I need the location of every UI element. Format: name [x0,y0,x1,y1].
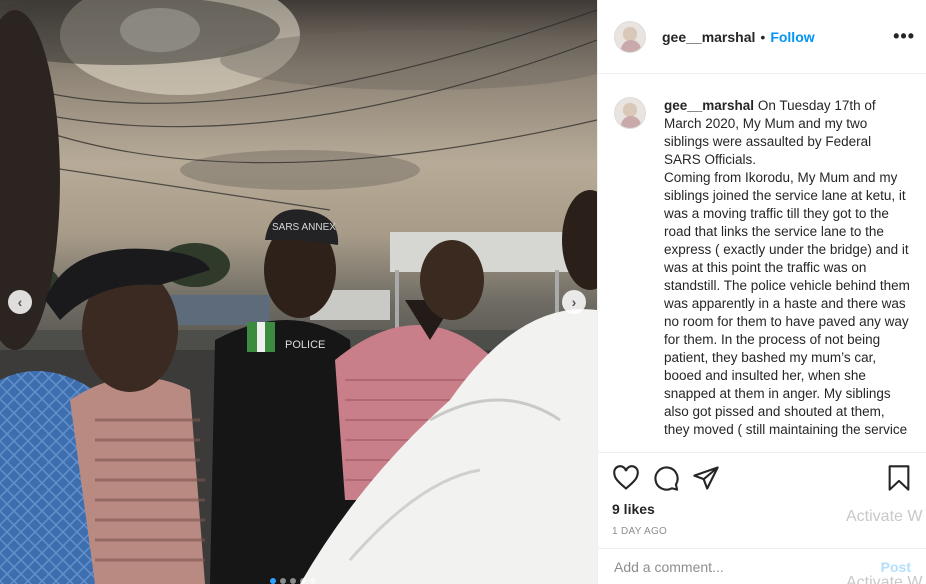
carousel-dot [280,578,286,584]
carousel-dots [270,578,316,584]
caption-avatar[interactable] [614,97,646,129]
heart-icon[interactable] [612,464,640,492]
comment-input[interactable] [614,558,881,575]
post-header: gee__marshal • Follow ••• [598,0,926,74]
caption-username[interactable]: gee__marshal [664,98,754,113]
caption-area[interactable]: gee__marshal On Tuesday 17th of March 20… [598,75,926,451]
caption-paragraph-2: Coming from Ikorodu, My Mum and my sibli… [664,170,910,437]
bookmark-icon[interactable] [885,464,913,492]
more-options-icon[interactable]: ••• [893,26,915,47]
post-actions: 9 likes 1 DAY AGO [598,452,926,537]
photo-scene: POLICE SARS ANNEX [0,0,597,584]
police-vest-text: POLICE [285,339,325,351]
post-comment-button[interactable]: Post [881,559,911,575]
add-comment-bar: Post [598,548,926,584]
carousel-dot [290,578,296,584]
carousel-dot [270,578,276,584]
caption: gee__marshal On Tuesday 17th of March 20… [614,97,911,439]
caption-text: gee__marshal On Tuesday 17th of March 20… [664,97,911,439]
instagram-post-modal: POLICE SARS ANNEX ‹ › gee__marshal • Fol… [0,0,926,584]
follow-button[interactable]: Follow [770,29,814,45]
carousel-dot [300,578,306,584]
comment-icon[interactable] [652,464,680,492]
action-icons [612,463,913,493]
author-username[interactable]: gee__marshal [662,29,755,45]
sars-cap-text: SARS ANNEX [272,222,336,233]
author-avatar[interactable] [614,20,646,53]
header-separator: • [760,28,766,45]
share-icon[interactable] [692,464,720,492]
previous-photo-button[interactable]: ‹ [8,290,32,314]
post-photo[interactable]: POLICE SARS ANNEX ‹ › [0,0,597,584]
post-side-panel: gee__marshal • Follow ••• gee__marshal O… [597,0,926,584]
post-timestamp[interactable]: 1 DAY AGO [612,526,913,537]
likes-count[interactable]: 9 likes [612,501,913,517]
carousel-dot [310,578,316,584]
next-photo-button[interactable]: › [562,290,586,314]
